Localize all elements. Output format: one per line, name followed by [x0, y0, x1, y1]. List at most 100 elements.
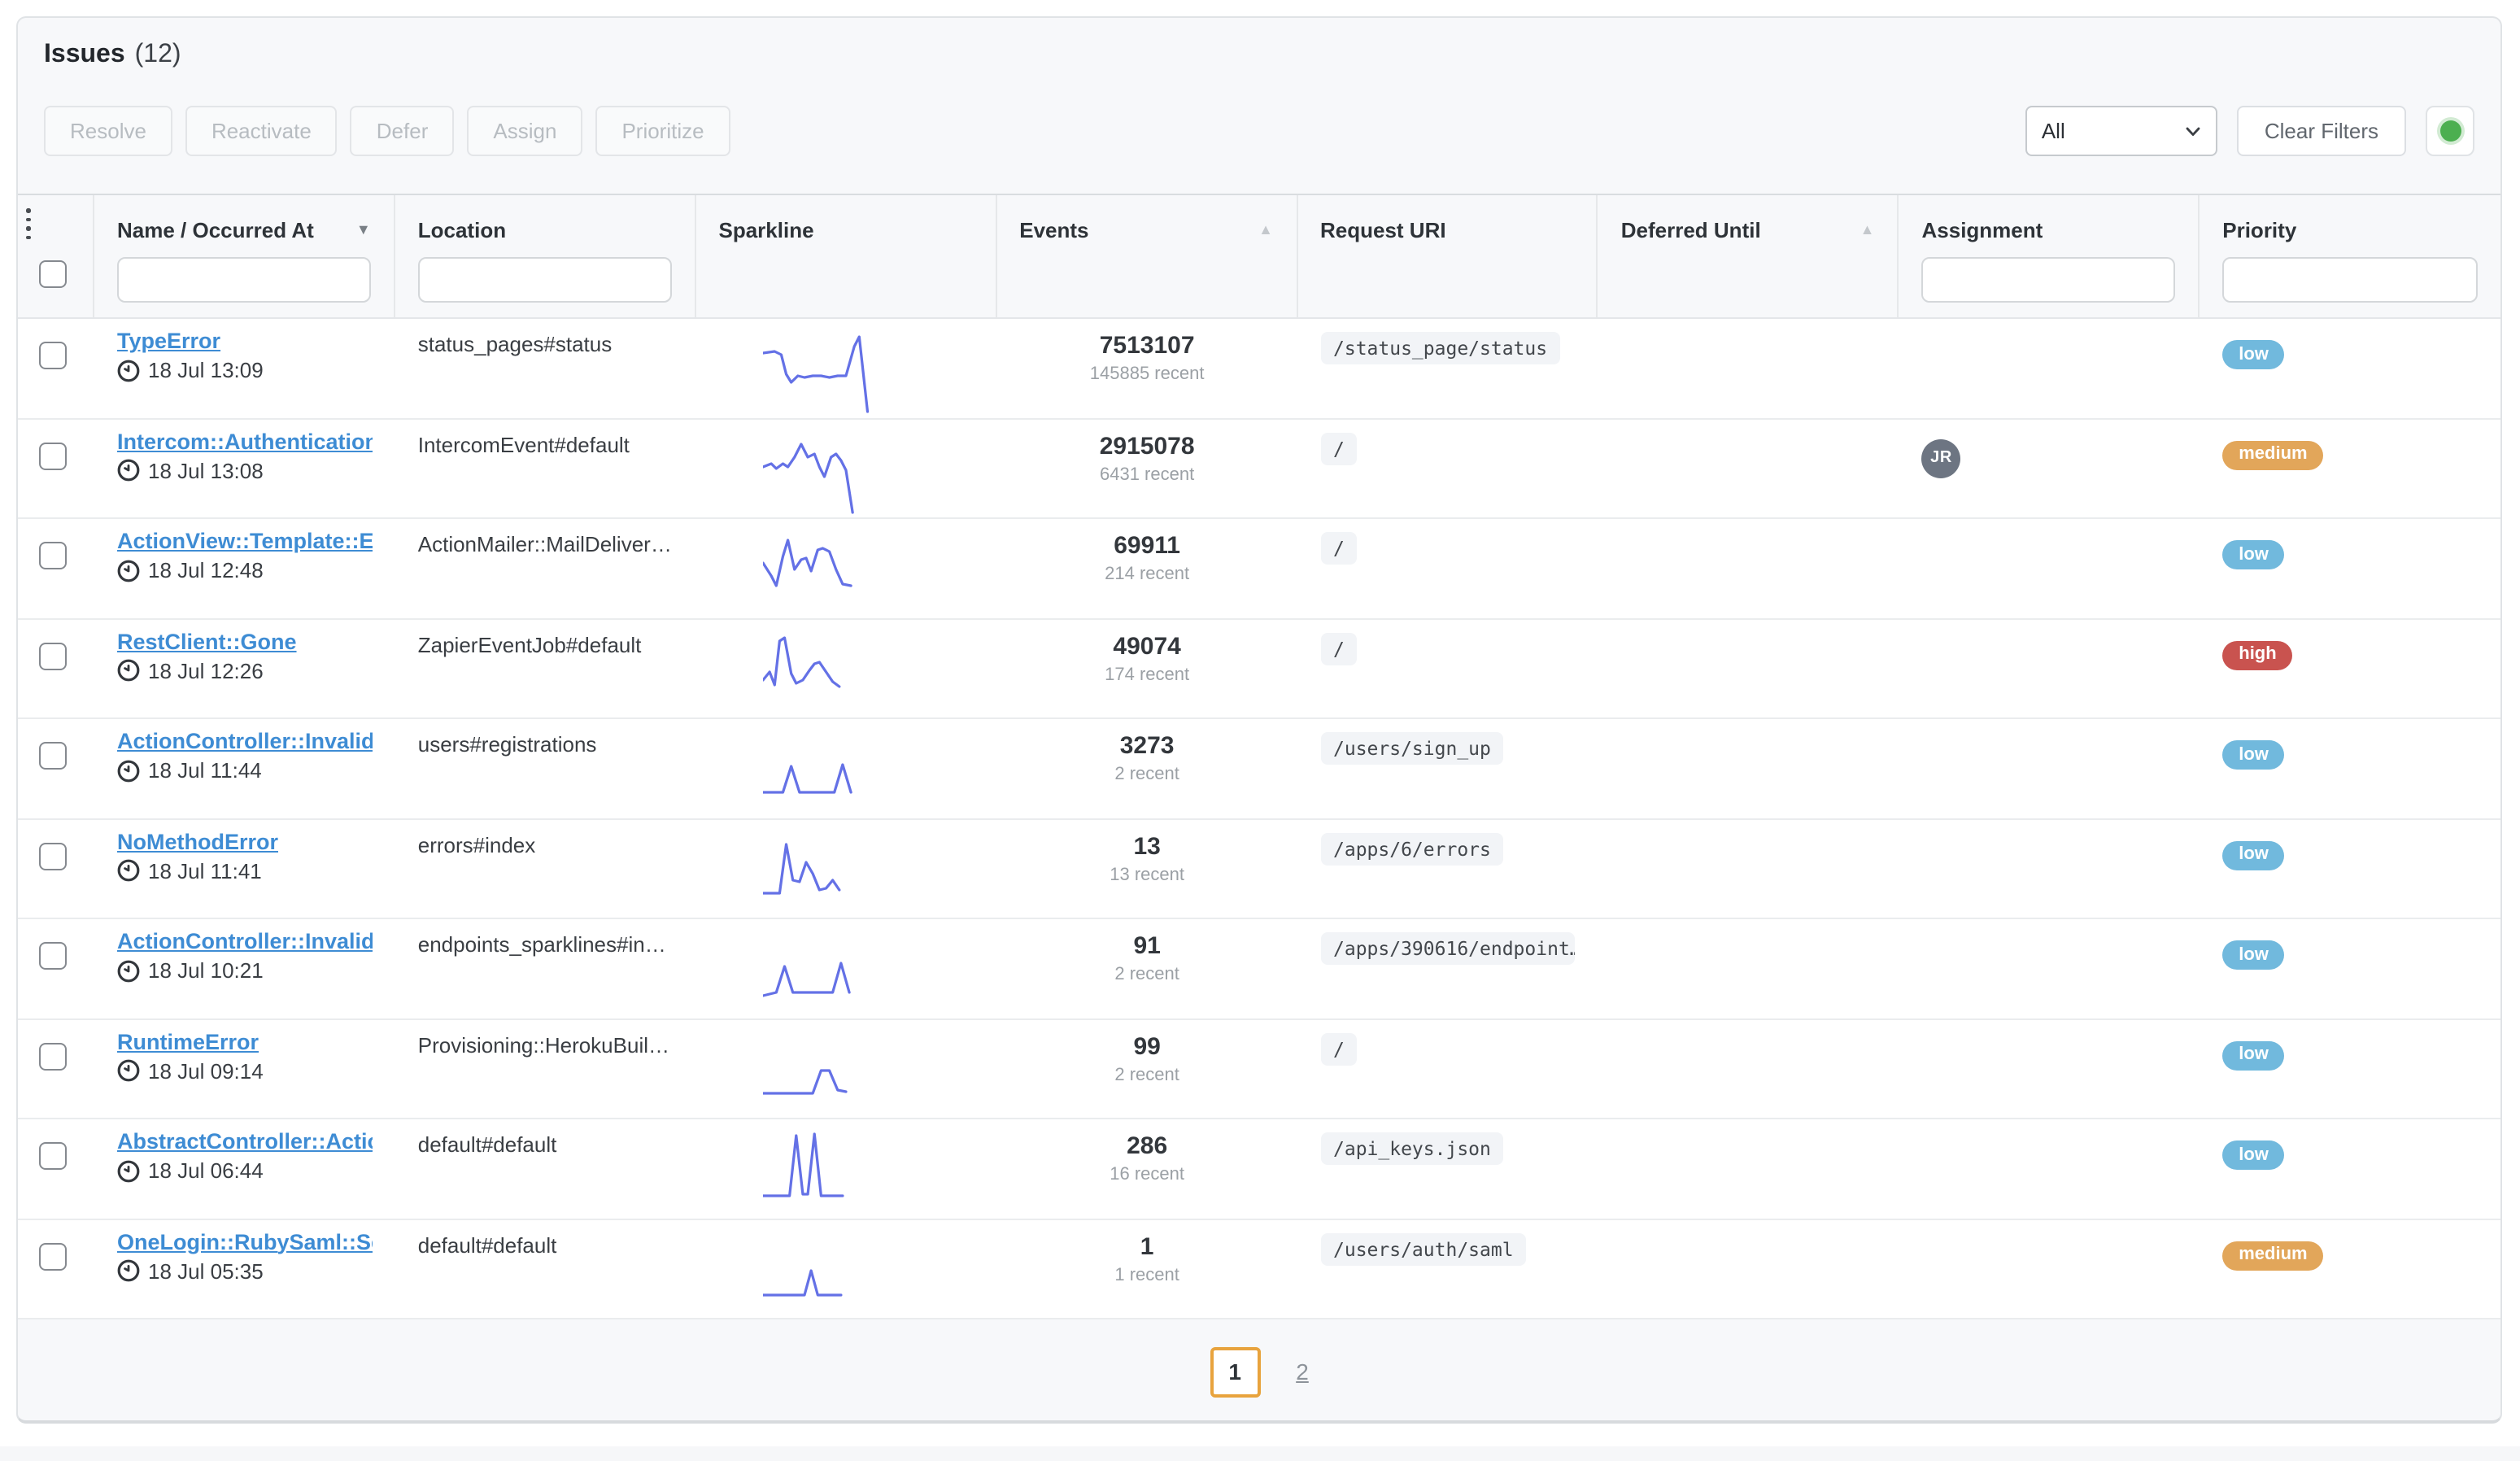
events-count: 286	[1019, 1132, 1275, 1160]
row-checkbox[interactable]	[39, 742, 67, 770]
col-label-sparkline[interactable]: Sparkline	[719, 218, 814, 242]
clock-icon	[117, 1059, 140, 1082]
resolve-button[interactable]: Resolve	[44, 106, 172, 156]
table-row: RuntimeError 18 Jul 09:14 Provisioning::…	[18, 1019, 2500, 1119]
clock-icon	[117, 759, 140, 782]
sparkline-chart	[763, 531, 929, 616]
sort-desc-icon[interactable]: ▼	[356, 223, 371, 238]
defer-button[interactable]: Defer	[351, 106, 455, 156]
col-header-events: Events ▲	[996, 195, 1297, 317]
deferred-until-cell	[1598, 1119, 1899, 1218]
issue-link[interactable]: ActionController::InvalidAut	[117, 729, 373, 753]
assignment-cell	[1899, 619, 2200, 717]
row-checkbox[interactable]	[39, 942, 67, 970]
location-filter-input[interactable]	[418, 257, 672, 303]
sort-asc-icon[interactable]: ▲	[1860, 223, 1875, 238]
issues-table: Name / Occurred At ▼ Location Sparkline	[18, 194, 2500, 1424]
occurred-at: 18 Jul 12:48	[117, 558, 373, 582]
deferred-until-cell	[1598, 619, 1899, 717]
col-header-sparkline: Sparkline	[696, 195, 997, 317]
name-cell: Intercom::AuthenticationErr 18 Jul 13:08	[94, 419, 395, 517]
page-button-2[interactable]: 2	[1296, 1359, 1309, 1385]
col-label-request-uri[interactable]: Request URI	[1320, 218, 1446, 242]
clock-icon	[117, 659, 140, 682]
name-filter-input[interactable]	[117, 257, 371, 303]
issue-link[interactable]: RuntimeError	[117, 1029, 373, 1053]
table-row: ActionController::InvalidAut 18 Jul 10:2…	[18, 919, 2500, 1019]
row-checkbox[interactable]	[39, 342, 67, 369]
assignment-cell	[1899, 819, 2200, 918]
row-checkbox-cell	[18, 1019, 94, 1118]
row-checkbox[interactable]	[39, 1242, 67, 1270]
col-label-deferred-until[interactable]: Deferred Until	[1621, 218, 1761, 242]
status-indicator-button[interactable]	[2426, 106, 2474, 156]
col-label-events[interactable]: Events	[1019, 218, 1088, 242]
deferred-until-cell	[1598, 919, 1899, 1018]
priority-badge: low	[2222, 940, 2285, 970]
request-uri-cell: /apps/6/errors	[1297, 819, 1598, 918]
select-all-checkbox[interactable]	[39, 260, 67, 288]
priority-filter-input[interactable]	[2222, 257, 2478, 303]
row-checkbox[interactable]	[39, 442, 67, 469]
priority-badge: medium	[2222, 440, 2323, 469]
occurred-at: 18 Jul 09:14	[117, 1058, 373, 1083]
row-checkbox[interactable]	[39, 1142, 67, 1170]
filter-select-value: All	[2042, 119, 2185, 143]
col-label-assignment[interactable]: Assignment	[1922, 218, 2043, 242]
issue-link[interactable]: ActionView::Template::Error	[117, 529, 373, 553]
sparkline-chart	[763, 1031, 929, 1116]
row-checkbox[interactable]	[39, 1042, 67, 1070]
issue-link[interactable]: OneLogin::RubySaml::Settir	[117, 1229, 373, 1254]
issue-link[interactable]: TypeError	[117, 329, 373, 353]
assignment-filter-input[interactable]	[1922, 257, 2176, 303]
location-text: ActionMailer::MailDeliver…	[418, 529, 674, 556]
page-button-1[interactable]: 1	[1210, 1346, 1260, 1397]
table-header-row: Name / Occurred At ▼ Location Sparkline	[18, 195, 2500, 319]
events-cell: 286 16 recent	[996, 1119, 1297, 1218]
col-label-location[interactable]: Location	[418, 218, 506, 242]
row-checkbox[interactable]	[39, 542, 67, 569]
occurred-at-text: 18 Jul 09:14	[148, 1058, 264, 1083]
clear-filters-button[interactable]: Clear Filters	[2237, 106, 2406, 156]
row-checkbox[interactable]	[39, 842, 67, 870]
request-uri-text: /api_keys.json	[1320, 1132, 1504, 1165]
occurred-at: 18 Jul 11:41	[117, 858, 373, 883]
location-text: ZapierEventJob#default	[418, 629, 674, 656]
prioritize-button[interactable]: Prioritize	[595, 106, 730, 156]
deferred-until-cell	[1598, 419, 1899, 517]
reactivate-button[interactable]: Reactivate	[185, 106, 338, 156]
sparkline-cell	[696, 819, 997, 918]
filter-select[interactable]: All	[2025, 106, 2217, 156]
issue-link[interactable]: AbstractController::ActionN	[117, 1129, 373, 1154]
location-cell: users#registrations	[395, 719, 696, 818]
table-row: TypeError 18 Jul 13:09 status_pages#stat…	[18, 319, 2500, 419]
occurred-at-text: 18 Jul 13:09	[148, 358, 264, 382]
sort-asc-icon[interactable]: ▲	[1258, 223, 1273, 238]
priority-badge: high	[2222, 640, 2292, 669]
deferred-until-cell	[1598, 1219, 1899, 1318]
sparkline-chart	[763, 431, 929, 516]
drag-handle-icon[interactable]	[23, 205, 33, 242]
name-cell: ActionView::Template::Error 18 Jul 12:48	[94, 519, 395, 617]
request-uri-cell: /	[1297, 519, 1598, 617]
request-uri-cell: /	[1297, 1019, 1598, 1118]
assign-button[interactable]: Assign	[467, 106, 582, 156]
issue-link[interactable]: NoMethodError	[117, 829, 373, 853]
location-cell: status_pages#status	[395, 319, 696, 417]
issue-link[interactable]: RestClient::Gone	[117, 629, 373, 653]
issue-link[interactable]: Intercom::AuthenticationErr	[117, 429, 373, 453]
col-label-priority[interactable]: Priority	[2222, 218, 2296, 242]
row-checkbox[interactable]	[39, 642, 67, 669]
panel-header: Issues (12) Resolve Reactivate Defer Ass…	[18, 18, 2500, 156]
events-cell: 7513107 145885 recent	[996, 319, 1297, 417]
sparkline-cell	[696, 1219, 997, 1318]
events-cell: 3273 2 recent	[996, 719, 1297, 818]
priority-cell: medium	[2200, 1219, 2500, 1318]
events-cell: 13 13 recent	[996, 819, 1297, 918]
col-label-name[interactable]: Name / Occurred At	[117, 218, 314, 242]
location-text: errors#index	[418, 829, 674, 857]
toolbar-right: All Clear Filters	[2025, 106, 2474, 156]
events-cell: 69911 214 recent	[996, 519, 1297, 617]
issue-link[interactable]: ActionController::InvalidAut	[117, 929, 373, 953]
assignment-cell	[1899, 1119, 2200, 1218]
